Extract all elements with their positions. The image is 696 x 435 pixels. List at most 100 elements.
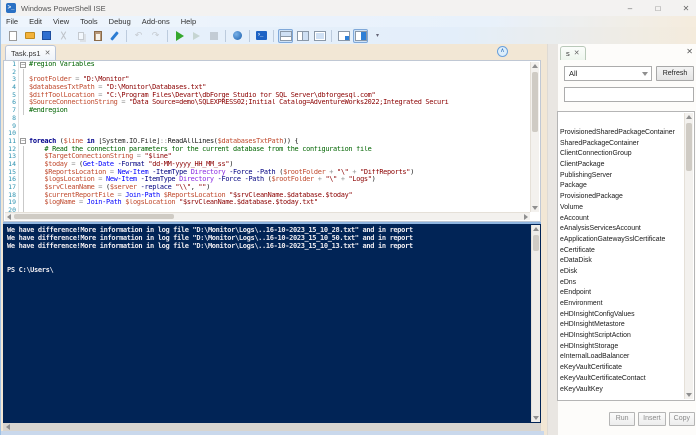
maximize-button[interactable]: □	[653, 4, 663, 13]
show-script-pane-maximized-button[interactable]	[312, 29, 327, 43]
command-list-item[interactable]: eHDInsightConfigValues	[558, 310, 694, 321]
code-area[interactable]: 1– #region Variables 2 3 $rootFolder = "D:\M…	[4, 61, 530, 213]
tab-close-icon[interactable]: ✕	[45, 50, 51, 57]
command-list-item[interactable]: SharedPackageContainer	[558, 139, 694, 150]
command-name-input[interactable]	[564, 87, 694, 102]
collapse-region-icon[interactable]: –	[20, 61, 26, 68]
new-remote-powershell-tab-button[interactable]	[230, 29, 245, 43]
command-list[interactable]: ProvisionedSharedPackageContainer SharedP…	[557, 111, 695, 401]
minimize-button[interactable]: –	[625, 4, 635, 13]
scroll-down-icon[interactable]	[686, 393, 692, 397]
code-line: 18 $currentReportFile = Join-Path $Repor…	[4, 191, 530, 200]
scroll-left-icon[interactable]	[7, 214, 11, 220]
fold-column	[19, 91, 29, 100]
script-editor[interactable]: 1– #region Variables 2 3 $rootFolder = "D:\M…	[3, 60, 541, 222]
modules-dropdown[interactable]: All	[564, 66, 652, 81]
command-list-item[interactable]: Volume	[558, 203, 694, 214]
command-list-item[interactable]: eEndpoint	[558, 288, 694, 299]
command-list-item[interactable]: ProvisionedPackage	[558, 192, 694, 203]
command-list-item[interactable]: eHDInsightMetastore	[558, 320, 694, 331]
run-script-icon	[175, 30, 184, 41]
command-list-item[interactable]: eKeyVaultCertificate	[558, 363, 694, 374]
console-prompt[interactable]: PS C:\Users\	[7, 266, 529, 274]
code-line: 19 $logName = Join-Path $logsLocation "$…	[4, 199, 530, 208]
command-list-item[interactable]: eKeyVaultKey	[558, 385, 694, 396]
insert-button[interactable]: Insert	[638, 412, 666, 426]
toolbar-separator	[331, 29, 332, 42]
collapse-script-pane-button[interactable]: ∧	[497, 46, 508, 57]
command-list-item[interactable]: eApplicationGatewaySslCertificate	[558, 235, 694, 246]
command-list-item[interactable]: Package	[558, 181, 694, 192]
show-script-pane-right-button[interactable]	[295, 29, 310, 43]
scroll-up-icon[interactable]	[686, 115, 692, 119]
close-button[interactable]: ✕	[681, 4, 691, 13]
console-vscroll-thumb[interactable]	[533, 235, 539, 251]
show-command-window-button[interactable]	[336, 29, 351, 43]
command-list-item[interactable]: eAccount	[558, 214, 694, 225]
scroll-up-icon[interactable]	[532, 64, 538, 68]
console-vertical-scrollbar[interactable]	[531, 225, 540, 422]
scroll-right-icon[interactable]	[524, 214, 528, 220]
collapse-region-icon[interactable]: –	[20, 138, 26, 145]
show-command-addon-button[interactable]	[353, 28, 368, 43]
command-list-item[interactable]: eAnalysisServicesAccount	[558, 224, 694, 235]
scroll-down-icon[interactable]	[532, 206, 538, 210]
pane-close-icon[interactable]: ✕	[686, 47, 693, 57]
code-text: foreach ($line in [System.IO.File]::Read…	[29, 137, 299, 145]
refresh-button[interactable]: Refresh	[656, 66, 694, 81]
command-list-item[interactable]: eKeyVaultCertificateContact	[558, 374, 694, 385]
run-button[interactable]: Run	[609, 412, 636, 426]
command-list-item[interactable]: eInternalLoadBalancer	[558, 352, 694, 363]
code-line: 2	[4, 68, 530, 77]
command-list-scroll-thumb[interactable]	[686, 123, 692, 171]
code-text: #region Variables	[29, 61, 95, 68]
show-script-pane-top-button[interactable]	[278, 28, 293, 43]
commands-tab-close-icon[interactable]: ✕	[574, 50, 580, 57]
code-text: $diffToolLocation = "C:\Program Files\De…	[29, 91, 376, 99]
editor-vertical-scrollbar[interactable]	[530, 62, 539, 212]
code-text: $logName = Join-Path $logsLocation "$srv…	[44, 199, 318, 207]
editor-hscroll-thumb[interactable]	[14, 214, 174, 219]
command-list-item[interactable]: eHDInsightStorage	[558, 342, 694, 353]
copy-button[interactable]: Copy	[668, 412, 695, 426]
scroll-up-icon[interactable]	[533, 227, 539, 231]
menu-file[interactable]: File	[6, 17, 18, 26]
editor-horizontal-scrollbar[interactable]	[5, 212, 530, 220]
fold-marker[interactable]: –	[19, 138, 29, 146]
console-horizontal-scrollbar[interactable]	[3, 423, 541, 431]
command-list-item[interactable]: eDisk	[558, 267, 694, 278]
toolbar-overflow-button[interactable]: ▾	[370, 29, 385, 43]
command-list-item[interactable]: eHDInsightScriptAction	[558, 331, 694, 342]
command-list-item[interactable]: PublishingServer	[558, 171, 694, 182]
new-file-button[interactable]	[5, 29, 20, 43]
fold-marker[interactable]: –	[19, 61, 29, 69]
command-list-item[interactable]: eDns	[558, 278, 694, 289]
menu-help[interactable]: Help	[181, 17, 196, 26]
start-powershell-exe-button[interactable]: ›_	[254, 29, 269, 43]
command-list-item[interactable]: ClientConnectionGroup	[558, 149, 694, 160]
command-list-item[interactable]: ProvisionedSharedPackageContainer	[558, 128, 694, 139]
menu-addons[interactable]: Add-ons	[142, 17, 170, 26]
menu-tools[interactable]: Tools	[80, 17, 98, 26]
menu-debug[interactable]: Debug	[109, 17, 131, 26]
scroll-left-icon[interactable]	[6, 424, 10, 430]
command-list-item[interactable]: eDataDisk	[558, 256, 694, 267]
save-button[interactable]	[39, 29, 54, 43]
command-list-item[interactable]: eEnvironment	[558, 299, 694, 310]
paste-button[interactable]	[90, 29, 105, 43]
clear-console-pane-button[interactable]	[107, 29, 122, 43]
menu-edit[interactable]: Edit	[29, 17, 42, 26]
command-list-scrollbar[interactable]	[684, 113, 693, 399]
commands-tab[interactable]: s ✕	[560, 46, 586, 60]
scroll-down-icon[interactable]	[533, 416, 539, 420]
run-script-button[interactable]	[172, 29, 187, 43]
menu-view[interactable]: View	[53, 17, 69, 26]
show-command-addon-icon	[354, 30, 367, 41]
toolbar-separator	[225, 29, 226, 42]
tab-task-ps1[interactable]: Task.ps1 ✕	[5, 45, 57, 60]
command-list-item[interactable]: ClientPackage	[558, 160, 694, 171]
command-list-item[interactable]: eCertificate	[558, 246, 694, 257]
open-folder-button[interactable]	[22, 29, 37, 43]
console-pane[interactable]: We have difference!More information in l…	[3, 224, 541, 423]
editor-vscroll-thumb[interactable]	[532, 72, 538, 132]
